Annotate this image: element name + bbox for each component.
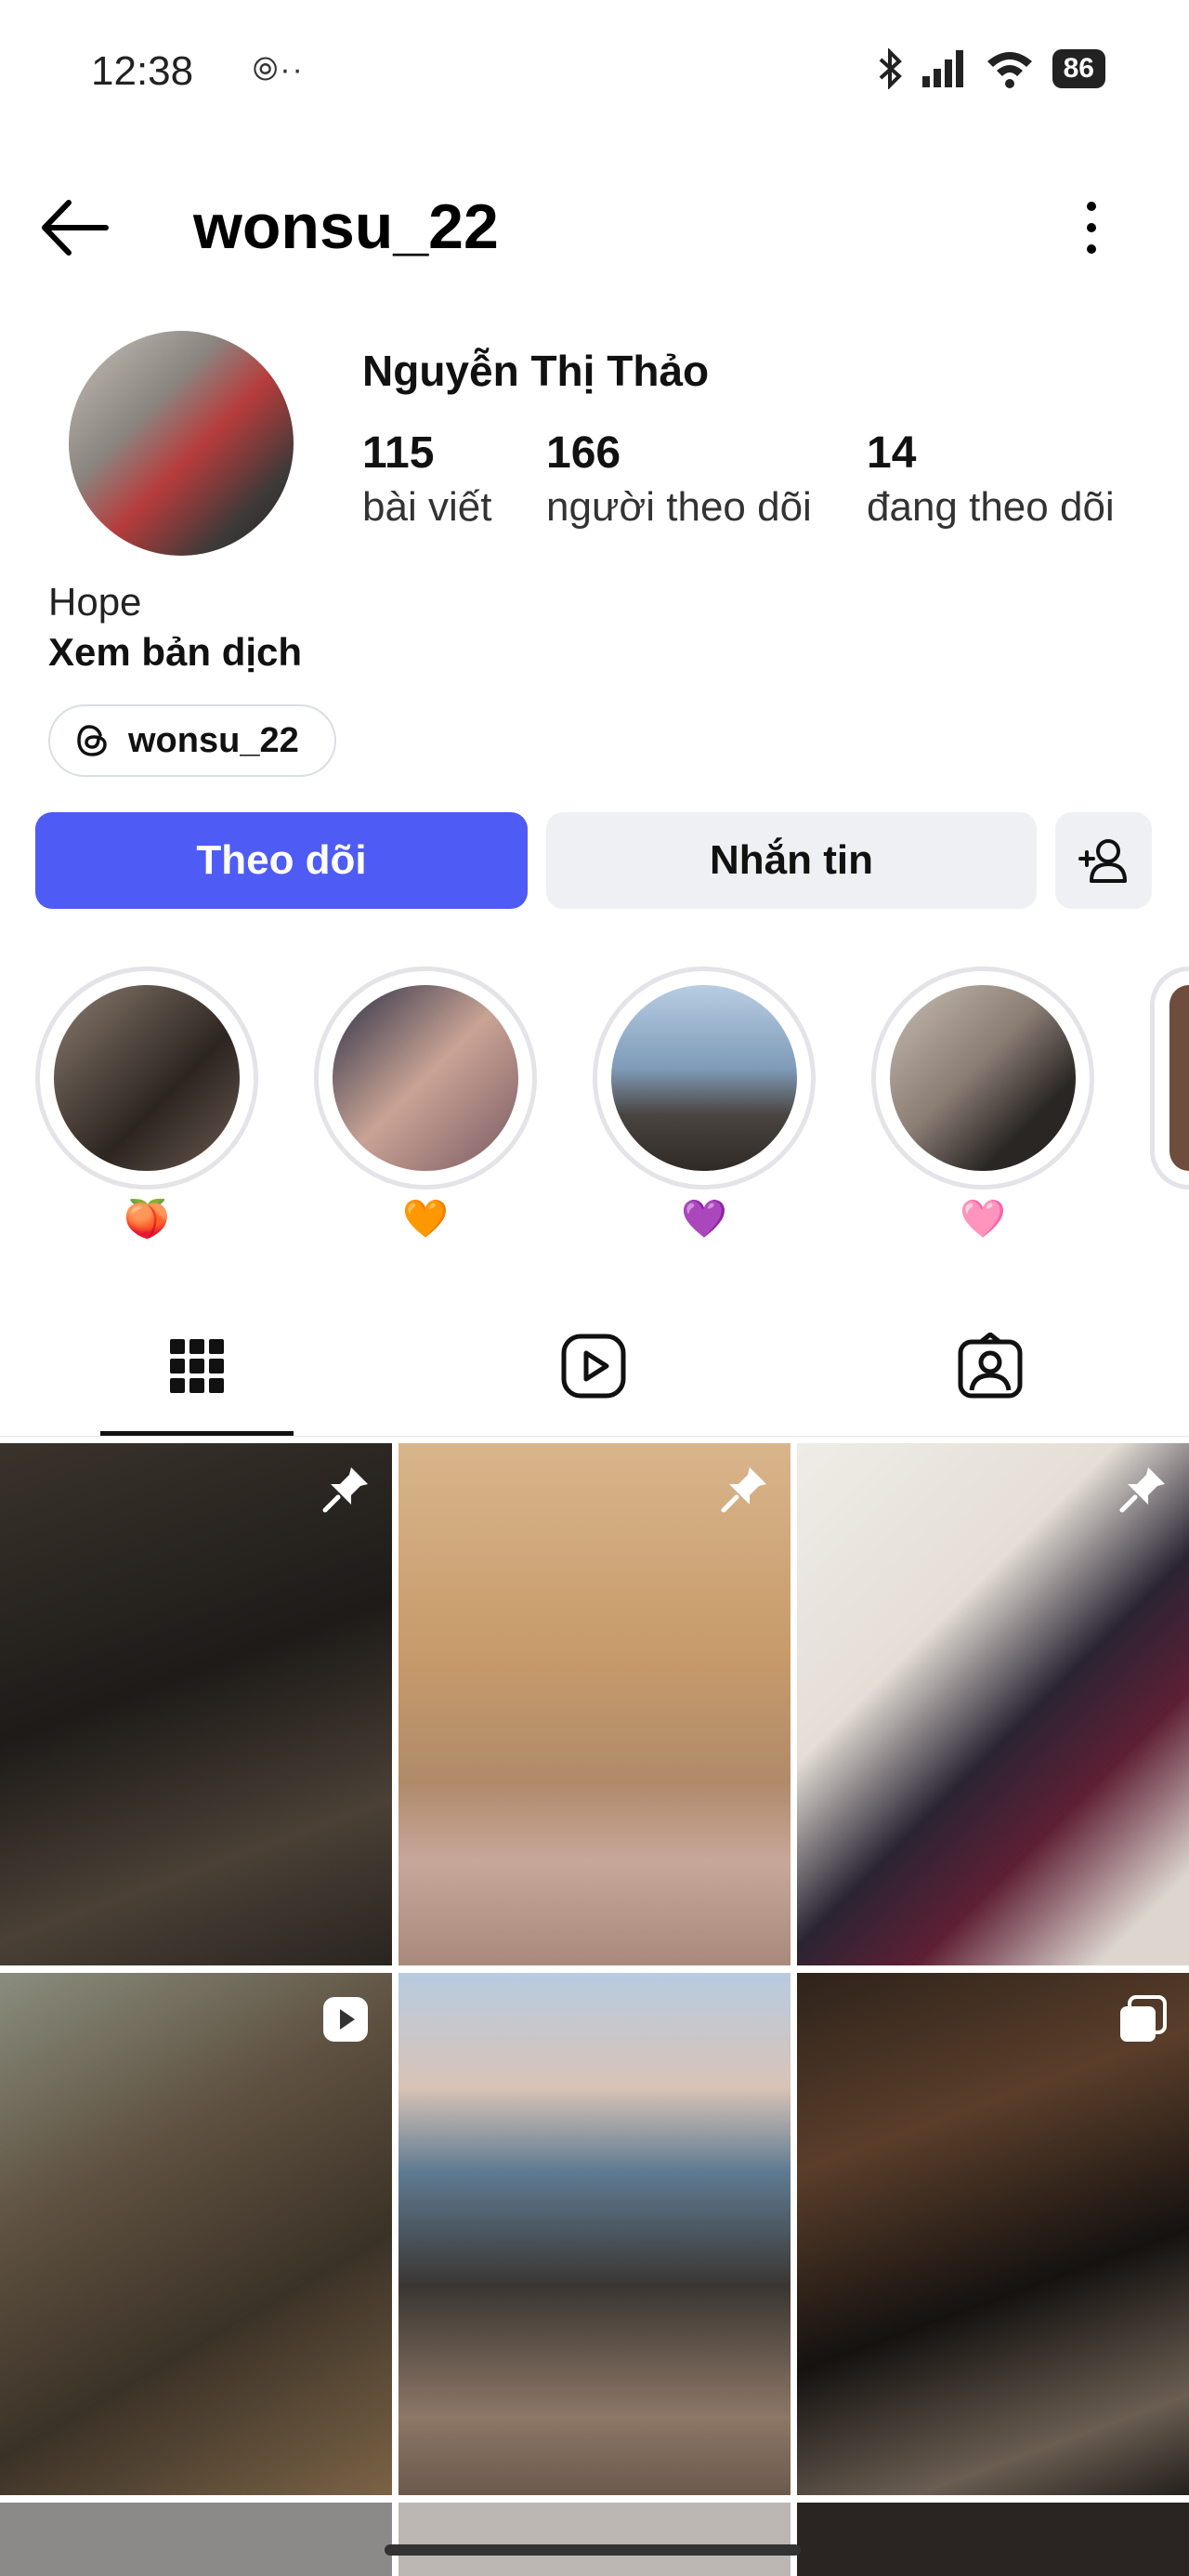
post-thumbnail[interactable] <box>399 2503 790 2576</box>
battery-indicator: 86 <box>1052 49 1105 88</box>
stat-following-label: đang theo dõi <box>867 484 1115 530</box>
highlight-label: 🩷 <box>960 1199 1006 1240</box>
pin-icon <box>721 1467 766 1513</box>
profile-username: wonsu_22 <box>193 191 499 262</box>
message-button[interactable]: Nhắn tin <box>546 812 1037 909</box>
highlight-cover <box>1169 985 1189 1171</box>
avatar[interactable] <box>69 331 294 556</box>
post-thumbnail[interactable] <box>399 1443 790 1965</box>
story-highlight[interactable] <box>35 966 258 1189</box>
grid-icon <box>170 1339 224 1393</box>
threads-icon <box>77 725 107 756</box>
wifi-icon <box>986 52 1032 88</box>
stat-posts-value: 115 <box>362 428 435 478</box>
tab-grid[interactable] <box>150 1329 243 1403</box>
stat-posts[interactable]: 115 bài viết <box>362 427 491 531</box>
stat-followers[interactable]: 166 người theo dõi <box>546 427 812 531</box>
stat-following[interactable]: 14 đang theo dõi <box>867 427 1115 531</box>
reel-icon <box>323 1997 368 2042</box>
tab-reels[interactable] <box>547 1329 640 1403</box>
post-thumbnail[interactable] <box>0 2503 392 2576</box>
highlight-label: 💜 <box>681 1199 727 1240</box>
highlight-cover <box>611 985 797 1171</box>
post-thumbnail[interactable] <box>0 1443 392 1965</box>
follow-button[interactable]: Theo dõi <box>35 812 528 909</box>
story-highlight-partial[interactable] <box>1150 966 1189 1189</box>
stat-posts-label: bài viết <box>362 484 492 530</box>
story-highlight[interactable] <box>593 966 816 1189</box>
signal-icon <box>921 50 963 87</box>
back-button[interactable] <box>37 195 111 260</box>
threads-badge[interactable]: wonsu_22 <box>48 704 336 777</box>
status-icons: 86 <box>876 48 1105 89</box>
suggested-accounts-button[interactable] <box>1055 812 1152 909</box>
back-arrow-icon <box>42 200 109 256</box>
highlight-label: 🍑 <box>124 1199 170 1240</box>
post-thumbnail[interactable] <box>399 1973 790 2495</box>
status-alarm-icon: ⦾·· <box>253 52 305 87</box>
stat-followers-value: 166 <box>546 428 621 478</box>
see-translation-link[interactable]: Xem bản dịch <box>48 630 302 675</box>
story-highlight[interactable] <box>314 966 537 1189</box>
tagged-person-icon <box>958 1333 1023 1399</box>
reels-icon <box>561 1334 626 1399</box>
stat-following-value: 14 <box>867 428 917 478</box>
active-tab-indicator <box>100 1431 294 1436</box>
post-thumbnail[interactable] <box>797 1973 1189 2495</box>
highlight-cover <box>890 985 1076 1171</box>
highlight-cover <box>333 985 518 1171</box>
pin-icon <box>1119 1467 1165 1513</box>
tab-divider <box>0 1436 1189 1437</box>
more-vertical-icon <box>1087 202 1096 254</box>
post-thumbnail[interactable] <box>0 1973 392 2495</box>
home-indicator[interactable] <box>385 2544 801 2556</box>
bluetooth-icon <box>879 48 902 89</box>
tab-tagged[interactable] <box>944 1329 1037 1403</box>
story-highlight[interactable] <box>871 966 1094 1189</box>
carousel-icon <box>1120 1995 1167 2042</box>
threads-handle: wonsu_22 <box>128 720 299 760</box>
status-time: 12:38 <box>91 48 194 94</box>
post-thumbnail[interactable] <box>797 1443 1189 1965</box>
bio-text: Hope <box>48 580 142 624</box>
post-thumbnail[interactable] <box>797 2503 1189 2576</box>
highlight-cover <box>54 985 240 1171</box>
add-person-icon <box>1078 839 1127 883</box>
more-options-button[interactable] <box>1068 195 1115 260</box>
full-name: Nguyễn Thị Thảo <box>362 347 710 395</box>
highlight-label: 🧡 <box>402 1199 449 1240</box>
pin-icon <box>322 1467 368 1513</box>
stat-followers-label: người theo dõi <box>546 484 812 530</box>
